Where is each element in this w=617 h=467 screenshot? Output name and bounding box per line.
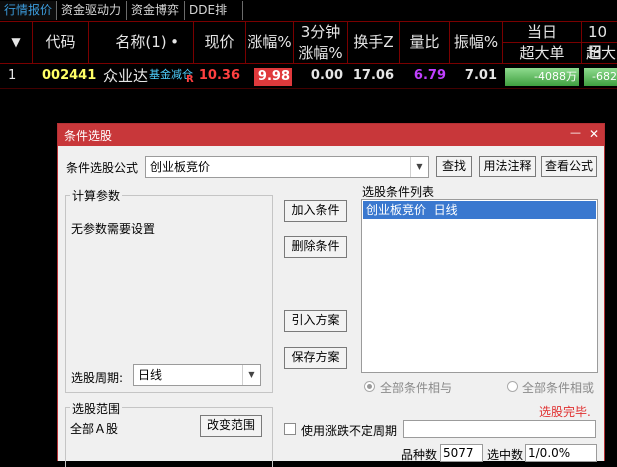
- col-today-l2: 超大单: [519, 44, 565, 62]
- status-text: 选股完毕.: [539, 405, 591, 419]
- col-price[interactable]: 现价: [194, 22, 246, 63]
- col-10day-l1: 10日: [582, 22, 617, 61]
- formula-select[interactable]: 创业板竞价 ▼: [145, 156, 429, 178]
- irregular-checkbox[interactable]: [284, 423, 296, 435]
- row-amplitude: 7.01: [464, 68, 497, 83]
- close-icon[interactable]: ✕: [589, 127, 599, 141]
- selected-label: 选中数: [487, 448, 524, 462]
- formula-label: 条件选股公式: [66, 161, 139, 175]
- row-r-badge: R: [186, 74, 194, 85]
- col-10day-l2: 超大: [586, 44, 617, 62]
- range-group-title: 选股范围: [70, 400, 123, 417]
- quote-table-header: ▼ 代码 名称(1) • 现价 涨幅% 3分钟 涨幅% 换手Z 量比 振幅% 当…: [0, 21, 617, 64]
- period-label: 选股周期:: [71, 371, 124, 385]
- col-10day-bigorder[interactable]: 10日 超大: [582, 22, 617, 63]
- row-name: 众业达: [103, 67, 149, 85]
- col-code[interactable]: 代码: [33, 22, 89, 63]
- row-change-pct: 9.98: [254, 68, 292, 86]
- dialog-title: 条件选股: [64, 129, 113, 143]
- row-index: 1: [8, 68, 17, 83]
- tab-quotes[interactable]: 行情报价: [0, 1, 57, 20]
- col-today-bigorder[interactable]: 当日 超大单: [503, 22, 582, 63]
- tab-dde-rank[interactable]: DDE排名: [185, 1, 243, 36]
- radio-and[interactable]: [364, 381, 375, 392]
- col-amplitude[interactable]: 振幅%: [450, 22, 503, 63]
- row-code: 002441: [42, 68, 97, 83]
- col-dot-icon: •: [170, 33, 179, 51]
- usage-notes-button[interactable]: 用法注释: [479, 156, 536, 177]
- col-name[interactable]: 名称(1) •: [89, 22, 194, 63]
- dialog-titlebar[interactable]: 条件选股 — ✕: [58, 124, 604, 146]
- irregular-input[interactable]: [403, 420, 596, 438]
- delete-condition-button[interactable]: 删除条件: [284, 236, 347, 258]
- col-change-3min-l2: 涨幅%: [298, 44, 343, 62]
- radio-and-label: 全部条件相与: [380, 381, 453, 395]
- view-formula-button[interactable]: 查看公式: [541, 156, 597, 177]
- chevron-down-icon[interactable]: ▼: [242, 365, 260, 385]
- row-today-bigorder: -4088万: [505, 68, 579, 86]
- irregular-label: 使用涨跌不定周期: [301, 424, 398, 438]
- col-vol-ratio[interactable]: 量比: [400, 22, 450, 63]
- col-change-pct[interactable]: 涨幅%: [246, 22, 294, 63]
- count-value: 5077: [440, 444, 483, 462]
- tab-strip: 行情报价 资金驱动力 资金博弈 DDE排名: [0, 0, 617, 36]
- col-today-l1: 当日: [503, 22, 581, 43]
- row-turnover: 17.06: [352, 68, 394, 83]
- add-condition-button[interactable]: 加入条件: [284, 200, 347, 222]
- cond-listbox[interactable]: 创业板竞价 日线: [361, 199, 598, 373]
- table-row[interactable]: 1 002441 众业达 基金减仓 R 10.36 9.98 0.00 17.0…: [0, 64, 617, 89]
- change-range-button[interactable]: 改变范围: [200, 415, 262, 437]
- params-text: 无参数需要设置: [71, 222, 156, 236]
- row-price: 10.36: [198, 68, 240, 83]
- params-group-title: 计算参数: [70, 187, 123, 204]
- range-value: 全部Ａ股: [70, 422, 119, 436]
- find-button[interactable]: 查找: [436, 156, 472, 177]
- col-change-3min[interactable]: 3分钟 涨幅%: [294, 22, 348, 63]
- count-label: 品种数: [401, 448, 438, 462]
- import-plan-button[interactable]: 引入方案: [284, 310, 347, 332]
- cond-list-label: 选股条件列表: [362, 185, 435, 199]
- row-change-3min: 0.00: [310, 68, 343, 83]
- chevron-down-icon[interactable]: ▼: [410, 157, 428, 177]
- col-turnover[interactable]: 换手Z: [348, 22, 400, 63]
- list-item[interactable]: 创业板竞价 日线: [363, 201, 596, 219]
- save-plan-button[interactable]: 保存方案: [284, 347, 347, 369]
- radio-or-label: 全部条件相或: [522, 381, 595, 395]
- col-name-label: 名称(1): [115, 33, 167, 51]
- selected-value: 1/0.0%: [525, 444, 597, 462]
- row-vol-ratio: 6.79: [413, 68, 446, 83]
- row-10day-bigorder: -682: [584, 68, 617, 86]
- tab-capital-drive[interactable]: 资金驱动力: [57, 1, 127, 20]
- tab-capital-game[interactable]: 资金博弈: [127, 1, 185, 20]
- formula-value: 创业板竞价: [150, 160, 211, 174]
- radio-dot-icon: [367, 384, 372, 389]
- period-select[interactable]: 日线 ▼: [133, 364, 261, 386]
- minimize-icon[interactable]: —: [570, 126, 581, 139]
- col-change-3min-l1: 3分钟: [300, 23, 341, 41]
- radio-or[interactable]: [507, 381, 518, 392]
- stock-filter-dialog: 条件选股 — ✕ 条件选股公式 创业板竞价 ▼ 查找 用法注释 查看公式 计算参…: [57, 123, 605, 467]
- column-menu-icon[interactable]: ▼: [0, 22, 33, 63]
- period-value: 日线: [138, 368, 163, 382]
